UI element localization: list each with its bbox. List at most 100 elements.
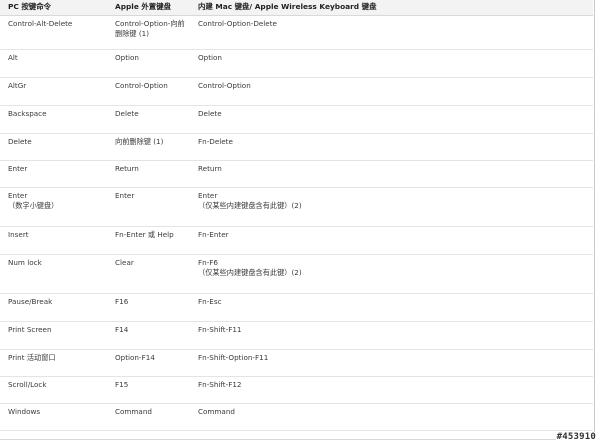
builtin-keyboard-cell-text: Option bbox=[198, 52, 222, 62]
header-apple-external-keyboard: Apple 外置键盘 bbox=[110, 0, 193, 16]
pc-command-cell: Enter bbox=[0, 160, 110, 188]
apple-external-cell: Delete bbox=[110, 105, 193, 134]
apple-external-cell: Option-F14 bbox=[110, 349, 193, 377]
pc-command-cell-text: Scroll/Lock bbox=[8, 379, 47, 389]
pc-command-cell-text: Enter bbox=[8, 163, 28, 173]
apple-external-cell-text: Control-Option bbox=[115, 80, 168, 90]
pc-command-cell-text: Num lock bbox=[8, 257, 42, 267]
apple-external-cell-text: 向前删除键 (1) bbox=[115, 136, 164, 146]
builtin-keyboard-cell-text: Fn-Esc bbox=[198, 296, 222, 306]
apple-external-cell-text: Option bbox=[115, 52, 139, 62]
table-row: Num lock Clear Fn-F6 （仅某些内建键盘含有此键）(2) bbox=[0, 254, 593, 294]
apple-external-cell-text: Delete bbox=[115, 108, 139, 118]
pc-command-cell-text: Print 活动窗口 bbox=[8, 352, 56, 362]
builtin-keyboard-cell: Fn-Shift-Option-F11 bbox=[193, 349, 593, 377]
apple-external-cell: Control-Option-向前 删除键 (1) bbox=[110, 15, 193, 50]
apple-external-cell: Clear bbox=[110, 254, 193, 294]
header-builtin-mac-keyboard: 内建 Mac 键盘/ Apple Wireless Keyboard 键盘 bbox=[193, 0, 593, 16]
builtin-keyboard-cell-note: （仅某些内建键盘含有此键）(2) bbox=[198, 200, 302, 210]
pc-command-cell: Delete bbox=[0, 133, 110, 161]
table-row: Delete 向前删除键 (1) Fn-Delete bbox=[0, 133, 593, 161]
table-row: Alt Option Option bbox=[0, 49, 593, 78]
pc-command-cell-text: Delete bbox=[8, 136, 32, 146]
builtin-keyboard-cell-text: Enter bbox=[198, 190, 218, 200]
pc-command-cell-text: AltGr bbox=[8, 80, 27, 90]
pc-command-cell: Pause/Break bbox=[0, 293, 110, 322]
builtin-keyboard-cell-text: Fn-Shift-Option-F11 bbox=[198, 352, 269, 362]
page: PC 按键命令 Apple 外置键盘 内建 Mac 键盘/ Apple Wire… bbox=[0, 0, 600, 444]
pc-command-cell: Insert bbox=[0, 226, 110, 255]
apple-external-cell-text: Return bbox=[115, 163, 139, 173]
builtin-keyboard-cell: Option bbox=[193, 49, 593, 78]
builtin-keyboard-cell-text: Delete bbox=[198, 108, 222, 118]
builtin-keyboard-cell-note: （仅某些内建键盘含有此键）(2) bbox=[198, 267, 302, 277]
key-mapping-table: PC 按键命令 Apple 外置键盘 内建 Mac 键盘/ Apple Wire… bbox=[0, 0, 593, 431]
table-row: Pause/Break F16 Fn-Esc bbox=[0, 293, 593, 322]
pc-command-cell-text: Pause/Break bbox=[8, 296, 53, 306]
builtin-keyboard-cell: Fn-Shift-F11 bbox=[193, 321, 593, 350]
builtin-keyboard-cell: Control-Option bbox=[193, 77, 593, 106]
pc-command-cell-note: （数字小键盘） bbox=[8, 200, 59, 210]
pc-command-cell: Backspace bbox=[0, 105, 110, 134]
header-pc-command: PC 按键命令 bbox=[0, 0, 110, 16]
builtin-keyboard-cell: Command bbox=[193, 403, 593, 431]
table-row: Insert Fn-Enter 或 Help Fn-Enter bbox=[0, 226, 593, 255]
apple-external-cell: F14 bbox=[110, 321, 193, 350]
pc-command-cell: Control-Alt-Delete bbox=[0, 15, 110, 50]
builtin-keyboard-cell-text: Fn-Enter bbox=[198, 229, 229, 239]
apple-external-cell: F15 bbox=[110, 376, 193, 404]
table-row: Control-Alt-Delete Control-Option-向前 删除键 (… bbox=[0, 15, 593, 50]
builtin-keyboard-cell: Control-Option-Delete bbox=[193, 15, 593, 50]
pc-command-cell-text: Insert bbox=[8, 229, 29, 239]
table-row: Backspace Delete Delete bbox=[0, 105, 593, 134]
apple-external-cell: Command bbox=[110, 403, 193, 431]
pc-command-cell: Alt bbox=[0, 49, 110, 78]
apple-external-cell-note: 删除键 (1) bbox=[115, 28, 150, 38]
builtin-keyboard-cell-text: Fn-Shift-F11 bbox=[198, 324, 242, 334]
apple-external-cell-text: F14 bbox=[115, 324, 129, 334]
table-row: AltGr Control-Option Control-Option bbox=[0, 77, 593, 106]
apple-external-cell: Return bbox=[110, 160, 193, 188]
table-row: Enter （数字小键盘） Enter Enter （仅某些内建键盘含有此键）(2) bbox=[0, 187, 593, 227]
builtin-keyboard-cell: Return bbox=[193, 160, 593, 188]
table-row: Print Screen F14 Fn-Shift-F11 bbox=[0, 321, 593, 350]
apple-external-cell: 向前删除键 (1) bbox=[110, 133, 193, 161]
pc-command-cell: AltGr bbox=[0, 77, 110, 106]
builtin-keyboard-cell-text: Fn-Shift-F12 bbox=[198, 379, 242, 389]
builtin-keyboard-cell-text: Return bbox=[198, 163, 222, 173]
table-row: Scroll/Lock F15 Fn-Shift-F12 bbox=[0, 376, 593, 404]
builtin-keyboard-cell: Enter （仅某些内建键盘含有此键）(2) bbox=[193, 187, 593, 227]
apple-external-cell-text: F16 bbox=[115, 296, 129, 306]
pc-command-cell: Windows bbox=[0, 403, 110, 431]
pc-command-cell: Enter （数字小键盘） bbox=[0, 187, 110, 227]
builtin-keyboard-cell-text: Control-Option bbox=[198, 80, 251, 90]
table-header-row: PC 按键命令 Apple 外置键盘 内建 Mac 键盘/ Apple Wire… bbox=[0, 0, 593, 16]
apple-external-cell: Control-Option bbox=[110, 77, 193, 106]
pc-command-cell: Num lock bbox=[0, 254, 110, 294]
pc-command-cell: Print 活动窗口 bbox=[0, 349, 110, 377]
apple-external-cell-text: Fn-Enter 或 Help bbox=[115, 229, 174, 239]
builtin-keyboard-cell: Fn-Shift-F12 bbox=[193, 376, 593, 404]
pc-command-cell-text: Backspace bbox=[8, 108, 47, 118]
builtin-keyboard-cell: Fn-Delete bbox=[193, 133, 593, 161]
pc-command-cell-text: Enter bbox=[8, 190, 28, 200]
apple-external-cell-text: Option-F14 bbox=[115, 352, 155, 362]
pc-command-cell: Print Screen bbox=[0, 321, 110, 350]
builtin-keyboard-cell-text: Command bbox=[198, 406, 235, 416]
table-row: Enter Return Return bbox=[0, 160, 593, 188]
pc-command-cell: Scroll/Lock bbox=[0, 376, 110, 404]
apple-external-cell-text: Clear bbox=[115, 257, 134, 267]
builtin-keyboard-cell-text: Fn-F6 bbox=[198, 257, 218, 267]
watermark-id: #453910 bbox=[555, 432, 597, 442]
apple-external-cell: Option bbox=[110, 49, 193, 78]
builtin-keyboard-cell: Delete bbox=[193, 105, 593, 134]
apple-external-cell: F16 bbox=[110, 293, 193, 322]
apple-external-cell-text: Command bbox=[115, 406, 152, 416]
builtin-keyboard-cell: Fn-Esc bbox=[193, 293, 593, 322]
apple-external-cell: Fn-Enter 或 Help bbox=[110, 226, 193, 255]
apple-external-cell: Enter bbox=[110, 187, 193, 227]
table-row: Windows Command Command bbox=[0, 403, 593, 431]
builtin-keyboard-cell-text: Control-Option-Delete bbox=[198, 18, 277, 28]
table-row: Print 活动窗口 Option-F14 Fn-Shift-Option-F11 bbox=[0, 349, 593, 377]
pc-command-cell-text: Windows bbox=[8, 406, 41, 416]
